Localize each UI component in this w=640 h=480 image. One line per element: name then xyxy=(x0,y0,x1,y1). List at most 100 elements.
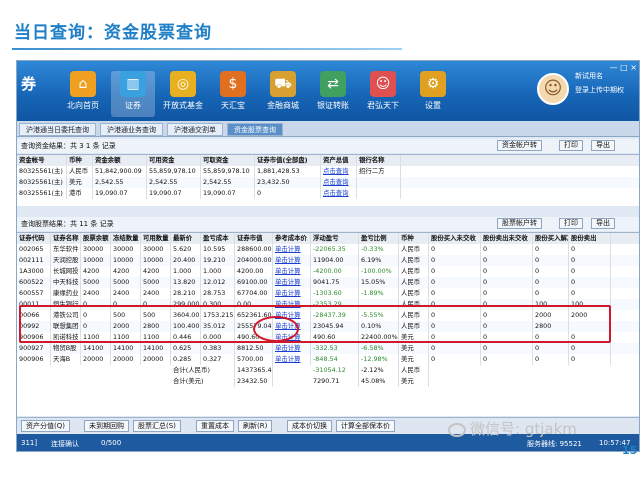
table-row[interactable]: 002065 东华软件 30000 30000 30000 5.620 10.595 2886… xyxy=(17,244,639,255)
column-header[interactable]: 冻结数量 xyxy=(111,233,141,244)
slide-title: 当日查询：资金股票查询 xyxy=(14,23,212,43)
column-header[interactable]: 浮动盈亏 xyxy=(311,233,359,244)
table-cell: 物贸B股 xyxy=(51,343,81,354)
column-header[interactable]: 可用数量 xyxy=(141,233,171,244)
column-header[interactable]: 证券代码 xyxy=(17,233,51,244)
table-cell: 0 xyxy=(569,277,611,288)
table-cell[interactable]: 单击计算 xyxy=(273,343,311,354)
table-cell: 20.400 xyxy=(171,255,201,266)
section-button[interactable]: 导出 xyxy=(591,218,615,229)
column-header[interactable]: 可用资金 xyxy=(147,155,201,166)
table-cell[interactable]: 单击计算 xyxy=(273,288,311,299)
table-row[interactable]: 1A3000 长城网投 4200 4200 4200 1.000 1.000 4200.00 单… xyxy=(17,266,639,277)
home-icon: ⌂ xyxy=(70,71,96,97)
table-row[interactable]: 80325561(主) 人民币 51,842,900.09 55,859,978.10… xyxy=(17,166,639,177)
table-cell[interactable]: 单击计算 xyxy=(273,277,311,288)
table-cell: 19.210 xyxy=(201,255,235,266)
column-header[interactable]: 参考成本价 xyxy=(273,233,311,244)
table-cell: 55,859,978.10 xyxy=(147,166,201,177)
table-row[interactable]: 002111 天润控股 10000 10000 10000 20.400 19.210 204… xyxy=(17,255,639,266)
column-header[interactable]: 资产总值 xyxy=(321,155,357,166)
gear-icon: ⚙ xyxy=(420,71,446,97)
table-cell: 8812.50 xyxy=(235,343,273,354)
bottom-button[interactable]: 资产分值(Q) xyxy=(21,420,70,432)
table-cell: 5000 xyxy=(141,277,171,288)
bottom-button[interactable]: 刷新(R) xyxy=(238,420,273,432)
table-cell: 0 xyxy=(569,244,611,255)
table-cell: 0 xyxy=(481,266,533,277)
toolbar-button[interactable]: ◎ 开放式基金 xyxy=(161,71,205,117)
table-cell: 0.285 xyxy=(171,354,201,365)
avatar[interactable]: ☺ xyxy=(537,73,569,105)
table-row[interactable]: 600522 中天科技 5000 5000 5000 13.820 12.012 69100.… xyxy=(17,277,639,288)
section-button[interactable]: 股票帐户转 xyxy=(497,218,542,229)
table-cell[interactable]: 点击查询 xyxy=(321,177,357,188)
table-cell: 23,432.50 xyxy=(255,177,321,188)
column-header[interactable]: 盈亏成本 xyxy=(201,233,235,244)
column-header[interactable]: 证券市值(全部盘) xyxy=(255,155,321,166)
toolbar-button[interactable]: $ 天汇宝 xyxy=(211,71,255,117)
table-cell[interactable]: 单击计算 xyxy=(273,354,311,365)
column-header[interactable]: 资金帐号 xyxy=(17,155,67,166)
toolbar-button[interactable]: ☺ 君弘天下 xyxy=(361,71,405,117)
table-cell: 20000 xyxy=(111,354,141,365)
funds-summary: 查询资金结果：共 3 1 条 记录 xyxy=(21,142,116,150)
user-name: 新试用名 xyxy=(575,72,603,80)
section-button[interactable]: 打印 xyxy=(559,140,583,151)
table-row[interactable]: 900927 物贸B股 14100 14100 14100 0.625 0.383 8812.… xyxy=(17,343,639,354)
column-header[interactable]: 证券市值 xyxy=(235,233,273,244)
page-number: 15 xyxy=(622,444,638,457)
table-cell[interactable]: 单击计算 xyxy=(273,266,311,277)
bottom-button[interactable]: 计算全部保本价 xyxy=(336,420,395,432)
column-header[interactable]: 币种 xyxy=(67,155,93,166)
column-header[interactable]: 币种 xyxy=(399,233,429,244)
tab[interactable]: 沪港通当日委托查询 xyxy=(19,123,96,136)
column-header[interactable]: 证券名称 xyxy=(51,233,81,244)
toolbar-button[interactable]: ⛟ 金融商城 xyxy=(261,71,305,117)
section-button[interactable]: 资金帐户转 xyxy=(497,140,542,151)
table-cell: 19,090.07 xyxy=(147,188,201,199)
table-cell[interactable]: 点击查询 xyxy=(321,166,357,177)
section-button[interactable]: 打印 xyxy=(559,218,583,229)
column-header[interactable]: 最新价 xyxy=(171,233,201,244)
table-row[interactable]: 900906 天海B 20000 20000 20000 0.285 0.327 5700.0… xyxy=(17,354,639,365)
total-cell: 23432.50 xyxy=(235,376,273,387)
table-row[interactable]: 80325561(主) 美元 2,542.55 2,542.55 2,542.55 23,… xyxy=(17,177,639,188)
tab[interactable]: 沪港通交割单 xyxy=(167,123,223,136)
column-header[interactable]: 资金余额 xyxy=(93,155,147,166)
table-cell: 13.820 xyxy=(171,277,201,288)
table-cell: 0.383 xyxy=(201,343,235,354)
tab[interactable]: 沪港通业务查询 xyxy=(100,123,163,136)
table-row[interactable]: 80325561(主) 港币 19,090.07 19,090.07 19,090.07… xyxy=(17,188,639,199)
toolbar-button[interactable]: ▥ 证券 xyxy=(111,71,155,117)
table-cell: 0 xyxy=(533,354,569,365)
bottom-button[interactable]: 重置成本 xyxy=(196,420,234,432)
column-header[interactable]: 可取资金 xyxy=(201,155,255,166)
column-header[interactable]: 股份买入未交收 xyxy=(429,233,481,244)
tab[interactable]: 资金股票查询 xyxy=(227,123,283,136)
table-cell: 0 xyxy=(533,255,569,266)
toolbar-button[interactable]: ⇄ 银证转账 xyxy=(311,71,355,117)
table-cell[interactable]: 单击计算 xyxy=(273,244,311,255)
table-cell[interactable]: 点击查询 xyxy=(321,188,357,199)
table-cell: 长城网投 xyxy=(51,266,81,277)
section-button[interactable]: 导出 xyxy=(591,140,615,151)
bottom-button[interactable]: 未到期回购 xyxy=(84,420,129,432)
table-cell: 80325561(主) xyxy=(17,188,67,199)
funds-table: 资金帐号 币种 资金余额 可用资金 可取资金 证券市值(全部盘) 资产总值 银行名称 80325… xyxy=(17,154,639,206)
table-cell[interactable]: 单击计算 xyxy=(273,255,311,266)
table-row[interactable]: 600557 康缘药业 2400 2400 2400 28.210 28.753 67704.… xyxy=(17,288,639,299)
table-cell: 67704.00 xyxy=(235,288,273,299)
column-header[interactable]: 股份卖出 xyxy=(569,233,611,244)
toolbar-button[interactable]: ⚙ 设置 xyxy=(411,71,455,117)
column-header[interactable]: 盈亏比例 xyxy=(359,233,399,244)
title-underline xyxy=(12,48,402,50)
bottom-button[interactable]: 股票汇总(S) xyxy=(133,420,181,432)
column-header[interactable]: 股份卖出未交收 xyxy=(481,233,533,244)
toolbar-button[interactable]: ⌂ 北向首页 xyxy=(61,71,105,117)
table-cell: 美元 xyxy=(67,177,93,188)
bottom-button[interactable]: 成本价切换 xyxy=(287,420,332,432)
column-header[interactable]: 银行名称 xyxy=(357,155,401,166)
column-header[interactable]: 股票余额 xyxy=(81,233,111,244)
column-header[interactable]: 股份买入解冻 xyxy=(533,233,569,244)
